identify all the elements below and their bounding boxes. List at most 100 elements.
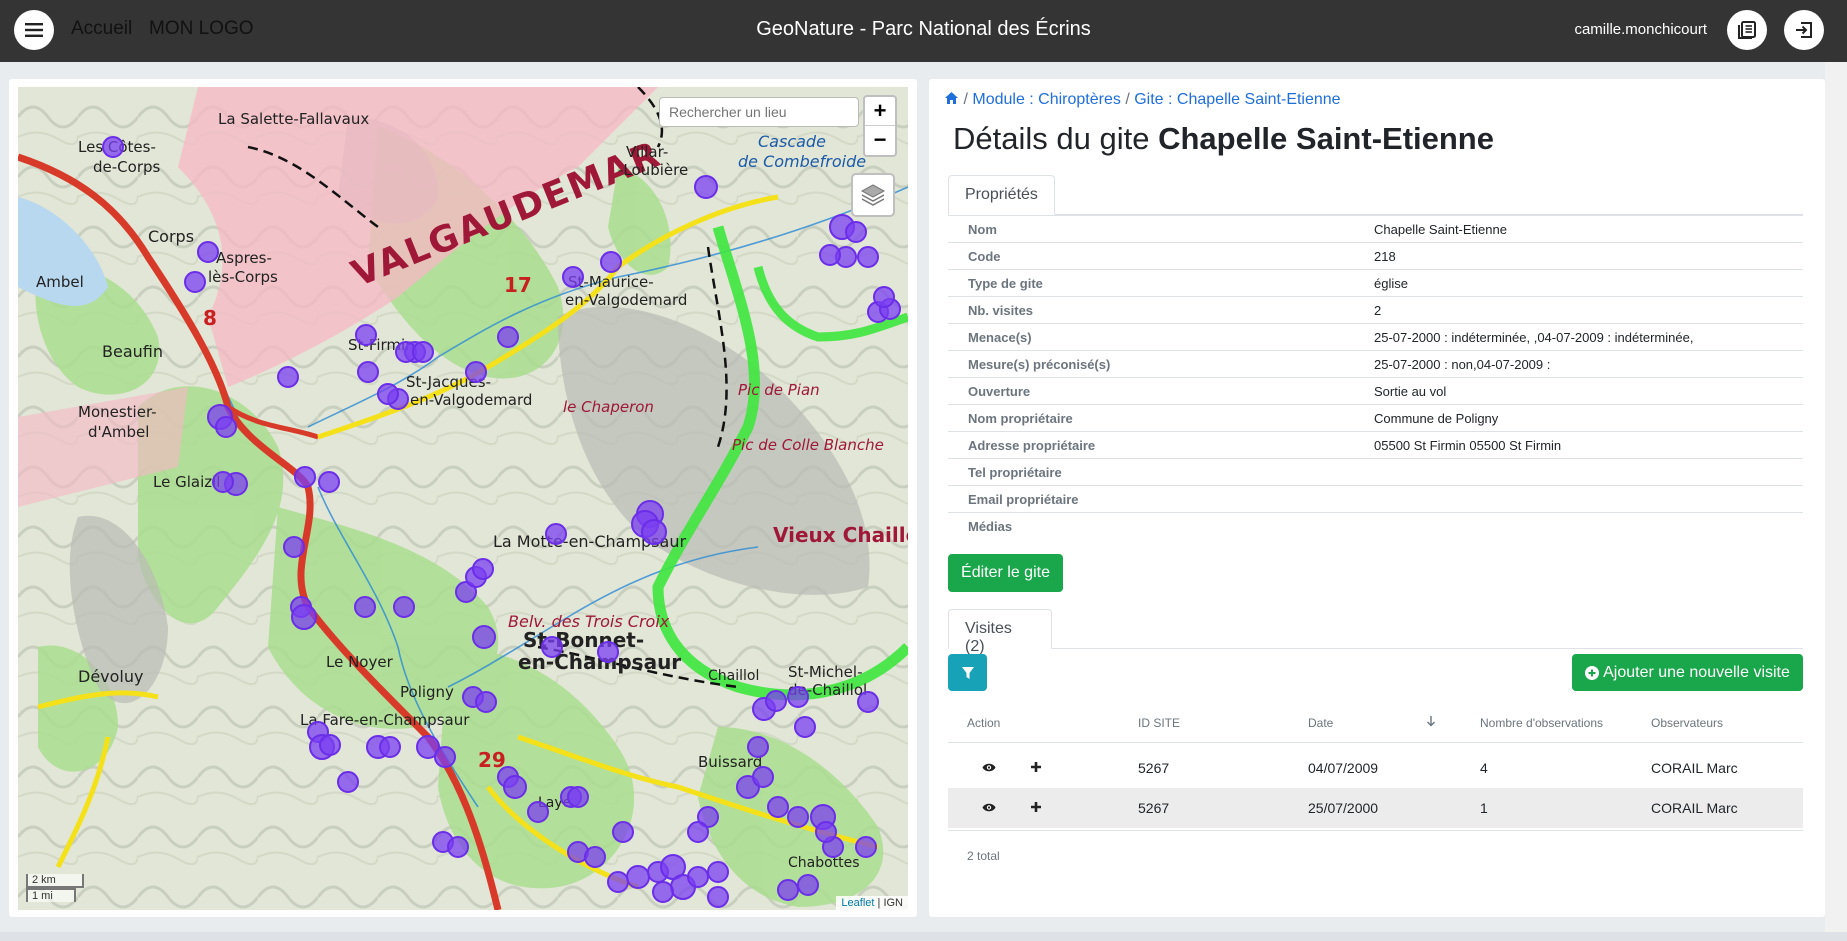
property-row: Médias — [948, 512, 1803, 540]
cell-id-site: 5267 — [1138, 800, 1170, 816]
property-row: Nb. visites 2 — [948, 296, 1803, 324]
property-value: Chapelle Saint-Etienne — [1374, 221, 1507, 237]
map-place-search-input[interactable] — [659, 97, 859, 127]
property-row: Ouverture Sortie au vol — [948, 377, 1803, 405]
property-value: 2 — [1374, 302, 1382, 318]
leaflet-link[interactable]: Leaflet — [841, 897, 874, 909]
property-row: Nom Chapelle Saint-Etienne — [948, 215, 1803, 243]
property-row: Tel propriétaire — [948, 458, 1803, 486]
property-row: Menace(s) 25-07-2000 : indéterminée, ,04-… — [948, 323, 1803, 351]
cell-nb-observations: 1 — [1480, 800, 1488, 816]
property-row: Mesure(s) préconisé(s) 25-07-2000 : non,0… — [948, 350, 1803, 378]
page-bottom-edge — [0, 932, 1847, 941]
nav-home-link[interactable]: Accueil — [71, 18, 132, 40]
property-row: Code 218 — [948, 242, 1803, 270]
observation-markers-layer[interactable] — [18, 87, 908, 910]
property-row: Adresse propriétaire 05500 St Firmin 0550… — [948, 431, 1803, 459]
cell-date: 04/07/2009 — [1308, 760, 1379, 776]
breadcrumb-separator: / — [963, 91, 968, 108]
property-key: Menace(s) — [968, 329, 1032, 345]
tab-properties[interactable]: Propriétés — [948, 175, 1055, 215]
page-title-prefix: Détails du gite — [953, 121, 1150, 156]
column-header-date[interactable]: Date — [1308, 716, 1333, 730]
zoom-in-button[interactable]: + — [865, 97, 895, 126]
cell-observers: CORAIL Marc — [1651, 800, 1738, 816]
properties-table: Nom Chapelle Saint-Etienne Code 218 Type d… — [948, 215, 1803, 540]
nav-logo-text: MON LOGO — [149, 18, 254, 39]
hamburger-menu-button[interactable] — [14, 10, 54, 50]
property-value: 218 — [1374, 248, 1396, 264]
page-title: Détails du gite Chapelle Saint-Etienne — [953, 121, 1494, 157]
column-header-nb-observations[interactable]: Nombre d'observations — [1480, 716, 1603, 730]
property-row: Nom propriétaire Commune de Poligny — [948, 404, 1803, 432]
layers-control-button[interactable] — [851, 173, 895, 217]
property-key: Email propriétaire — [968, 491, 1079, 507]
property-value — [1374, 513, 1803, 540]
cell-id-site: 5267 — [1138, 760, 1170, 776]
app-title: GeoNature - Parc National des Écrins — [756, 18, 1091, 40]
breadcrumb-gite-link[interactable]: Gite : Chapelle Saint-Etienne — [1134, 91, 1340, 108]
tab-visits[interactable]: Visites (2) — [948, 609, 1052, 655]
plus-icon[interactable] — [1030, 761, 1042, 773]
visits-grid-footer — [948, 830, 1803, 831]
property-value — [1374, 486, 1803, 513]
table-row: 5267 04/07/2009 4 CORAIL Marc — [948, 748, 1803, 788]
page-scrollbar[interactable] — [1825, 62, 1847, 932]
map-scale: 2 km 1 mi — [26, 874, 84, 902]
logout-icon — [1796, 22, 1812, 38]
breadcrumb-separator: / — [1125, 91, 1130, 108]
zoom-out-button[interactable]: − — [865, 126, 895, 155]
table-row: 5267 25/07/2000 1 CORAIL Marc — [948, 788, 1803, 828]
plus-circle-icon — [1585, 665, 1600, 680]
cell-nb-observations: 4 — [1480, 760, 1488, 776]
page-title-name: Chapelle Saint-Etienne — [1158, 121, 1494, 156]
map-zoom-control: + − — [863, 95, 897, 157]
visits-tab-divider — [948, 648, 1803, 649]
documentation-button[interactable] — [1727, 10, 1767, 50]
property-row: Type de gite église — [948, 269, 1803, 297]
attribution-separator: | — [877, 897, 881, 909]
plus-icon[interactable] — [1030, 801, 1042, 813]
logout-button[interactable] — [1784, 10, 1824, 50]
scale-mi: 1 mi — [26, 888, 76, 902]
filter-icon — [961, 666, 974, 679]
ign-attribution: IGN — [883, 897, 903, 909]
property-value — [1374, 459, 1803, 486]
property-value: 25-07-2000 : non,04-07-2009 : — [1374, 356, 1551, 372]
property-key: Code — [968, 248, 1001, 264]
edit-gite-button[interactable]: Éditer le gite — [948, 554, 1063, 592]
property-value: église — [1374, 275, 1408, 291]
top-navbar: Accueil MON LOGO GeoNature - Parc Nation… — [0, 0, 1847, 62]
arrow-down-icon[interactable] — [1426, 715, 1436, 727]
property-value: Sortie au vol — [1374, 383, 1447, 399]
add-visit-button[interactable]: Ajouter une nouvelle visite — [1572, 654, 1803, 691]
cell-observers: CORAIL Marc — [1651, 760, 1738, 776]
breadcrumb: / Module : Chiroptères / Gite : Chapelle… — [944, 91, 1341, 109]
hamburger-menu-icon — [25, 23, 43, 37]
column-header-id-site[interactable]: ID SITE — [1138, 716, 1180, 730]
property-value: 25-07-2000 : indéterminée, ,04-07-2009 :… — [1374, 329, 1694, 345]
username: camille.monchicourt — [1574, 21, 1707, 38]
property-key: Médias — [968, 518, 1013, 534]
visits-grid-header: Action ID SITE Date Nombre d'observation… — [948, 700, 1803, 743]
scale-km: 2 km — [26, 874, 84, 888]
property-row: Email propriétaire — [948, 485, 1803, 513]
property-key: Nb. visites — [968, 302, 1034, 318]
eye-icon[interactable] — [982, 762, 996, 773]
property-key: Nom — [968, 221, 997, 237]
column-header-action[interactable]: Action — [967, 716, 1000, 730]
home-icon[interactable] — [944, 91, 959, 105]
property-key: Type de gite — [968, 275, 1043, 291]
grid-total-count: 2 total — [967, 849, 1000, 863]
column-header-observers[interactable]: Observateurs — [1651, 716, 1723, 730]
eye-icon[interactable] — [982, 802, 996, 813]
map-view[interactable]: VALGAUDEMAR La Salette-Fallavaux Les Côt… — [18, 87, 908, 910]
breadcrumb-module-link[interactable]: Module : Chiroptères — [972, 91, 1121, 108]
property-key: Tel propriétaire — [968, 464, 1062, 480]
property-key: Ouverture — [968, 383, 1031, 399]
property-key: Mesure(s) préconisé(s) — [968, 356, 1111, 372]
book-icon — [1738, 21, 1756, 39]
layers-icon — [860, 184, 886, 206]
map-attribution: Leaflet | IGN — [836, 896, 908, 910]
filter-button[interactable] — [948, 654, 987, 691]
